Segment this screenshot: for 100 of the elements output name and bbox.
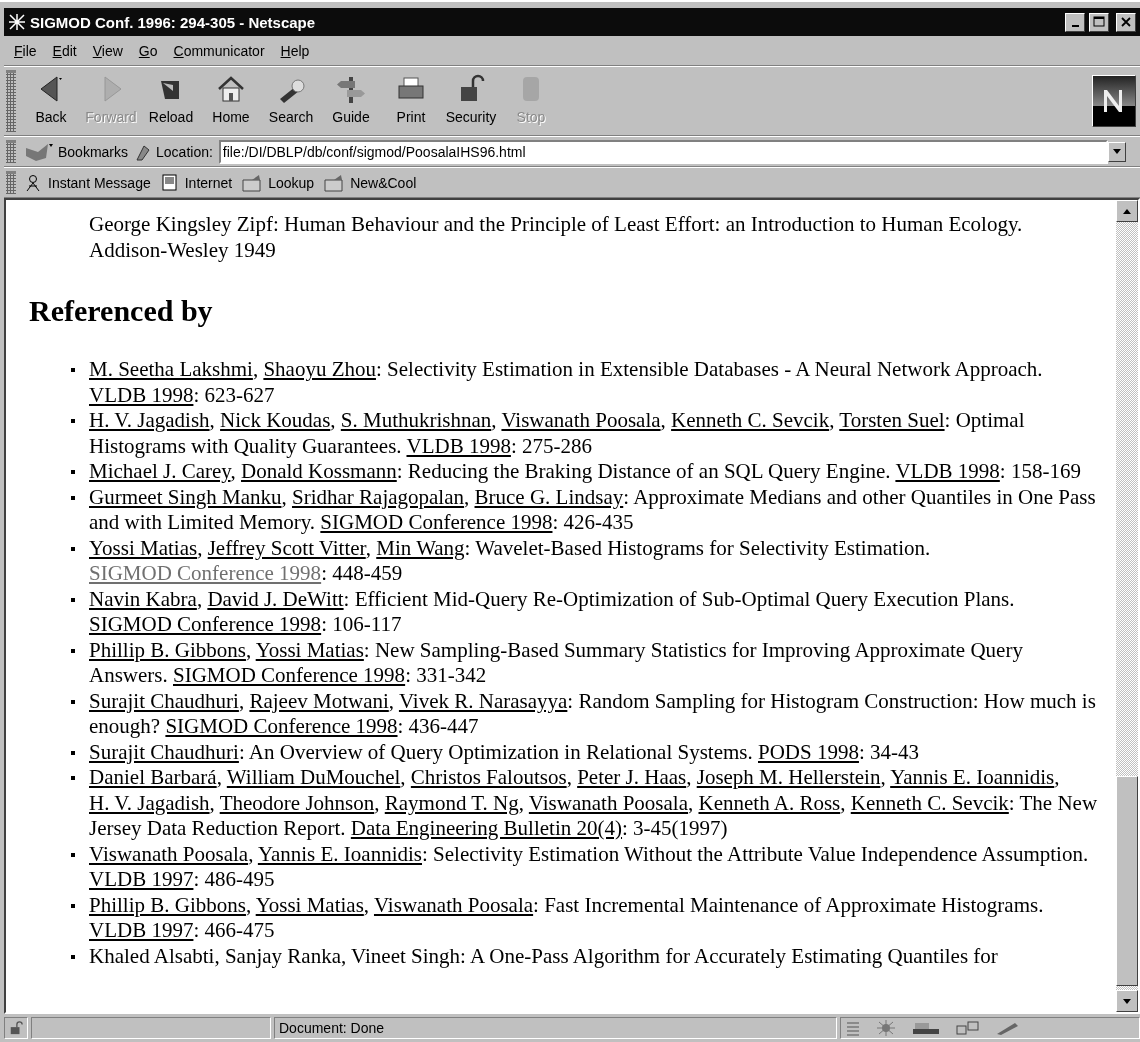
reference-link[interactable]: Vivek R. Narasayya <box>398 688 568 713</box>
reference-entry: Phillip B. Gibbons, Yossi Matias, Viswanath Poosala: Fast Incremental Maintenance of Approximate Histograms. VLDB 1997: 466-475 <box>89 892 1102 944</box>
reference-link[interactable]: Data Engineering Bulletin 20(4) <box>350 816 623 840</box>
reference-link[interactable]: Kenneth C. Sevcik <box>850 790 1009 815</box>
menu-item[interactable]: Communicator <box>167 40 271 61</box>
reference-link[interactable]: Rajeev Motwani <box>249 688 389 713</box>
reference-link[interactable]: Viswanath Poosala <box>373 892 534 917</box>
reference-link[interactable]: Shaoyu Zhou <box>263 357 376 381</box>
location-field[interactable]: file:/DI/DBLP/db/conf/sigmod/PoosalaIHS96.html <box>218 139 1108 164</box>
toolbar-grip[interactable] <box>6 70 16 132</box>
scroll-up-button[interactable] <box>1116 200 1138 222</box>
toolbar-button[interactable]: Back <box>24 71 78 131</box>
reference-link[interactable]: Navin Kabra <box>89 586 197 611</box>
reference-link[interactable]: Yannis E. Ioannidis <box>257 841 422 866</box>
reference-link[interactable]: Surajit Chaudhuri <box>89 739 239 764</box>
reference-link[interactable]: Min Wang <box>376 535 465 560</box>
dropdown-button[interactable] <box>1108 141 1126 162</box>
reference-entry: M. Seetha Lakshmi, Shaoyu Zhou: Selectivity Estimation in Extensible Databases - A Neural Network Approach. VLDB 1998: 623-627 <box>89 357 1102 408</box>
reference-link[interactable]: PODS 1998 <box>758 739 859 764</box>
reference-entry: Navin Kabra, David J. DeWitt: Efficient Mid-Query Re-Optimization of Sub-Optimal Query Execution Plans. SIGMOD Conference 1998: 106-117 <box>89 586 1102 638</box>
reference-link[interactable]: Yossi Matias <box>255 637 364 662</box>
folder-icon <box>324 173 345 192</box>
bookmarks-icon <box>24 141 54 162</box>
reference-link[interactable]: Viswanath Poosala <box>501 408 661 432</box>
reference-link[interactable]: Christos Faloutsos <box>410 765 567 789</box>
menu-item[interactable]: Go <box>132 40 164 61</box>
reference-link[interactable]: VLDB 1997 <box>89 918 194 942</box>
reference-link[interactable]: Yossi Matias <box>255 892 364 917</box>
reference-link[interactable]: Bruce G. Lindsay <box>474 484 624 509</box>
toolbar-button[interactable]: Security <box>444 71 498 131</box>
reference-link[interactable]: VLDB 1998 <box>89 382 194 407</box>
menu-item[interactable]: Edit <box>46 40 83 61</box>
scroll-down-button[interactable] <box>1116 990 1138 1012</box>
window-title: SIGMOD Conf. 1996: 294-305 - Netscape <box>30 13 317 31</box>
reference-entry: Surajit Chaudhuri: An Overview of Query Optimization in Relational Systems. PODS 1998: 34-43 <box>89 739 1102 765</box>
reference-link[interactable]: H. V. Jagadish <box>89 790 210 815</box>
toolbar-button[interactable]: Guide <box>324 71 378 131</box>
reference-link[interactable]: SIGMOD Conference 1998 <box>320 510 553 534</box>
reference-link[interactable]: Sridhar Rajagopalan <box>292 484 464 509</box>
reference-link[interactable]: Jeffrey Scott Vitter <box>207 535 366 560</box>
minimize-icon <box>1071 25 1079 27</box>
scroll-thumb[interactable] <box>1116 776 1138 986</box>
reference-entry: Gurmeet Singh Manku, Sridhar Rajagopalan, Bruce G. Lindsay: Approximate Medians and other Quantiles in One Pass and with Limited Memory. SIGMOD Conference 1998: 426-435 <box>89 484 1102 536</box>
bullet-icon <box>71 419 75 423</box>
reference-link[interactable]: Phillip B. Gibbons <box>89 637 246 662</box>
reference-link[interactable]: VLDB 1998 <box>895 459 1000 483</box>
bullet-icon <box>71 750 75 755</box>
toolbar-button[interactable]: Reload <box>144 71 198 131</box>
reference-link[interactable]: Viswanath Poosala <box>89 841 249 866</box>
reference-entry: Surajit Chaudhuri, Rajeev Motwani, Vivek R. Narasayya: Random Sampling for Histogram Construction: How much is enough? SIGMOD Conference 1998: 436-447 <box>89 688 1102 740</box>
reference-entry: Khaled Alsabti, Sanjay Ranka, Vineet Singh: A One-Pass Algorithm for Accurately Estimating Quantiles for <box>89 943 1102 969</box>
menu-item[interactable]: View <box>86 40 129 61</box>
menu-item[interactable]: File <box>8 40 43 61</box>
reference-link[interactable]: Raymond T. Ng <box>384 790 519 815</box>
network-icon <box>875 1020 897 1036</box>
scrollbar[interactable] <box>1116 200 1138 1012</box>
bullet-icon <box>71 903 75 908</box>
toolbar-button[interactable]: Home <box>204 71 258 131</box>
document-icon <box>160 173 179 192</box>
reference-link[interactable]: SIGMOD Conference 1998 <box>89 561 322 585</box>
reference-link[interactable]: VLDB 1998 <box>406 433 511 458</box>
reference-link[interactable]: Viswanath Poosala <box>528 790 688 815</box>
reference-link[interactable]: Torsten Suel <box>839 408 945 432</box>
reference-link[interactable]: Kenneth C. Sevcik <box>671 408 830 432</box>
reference-link[interactable]: VLDB 1997 <box>89 867 194 891</box>
reference-link[interactable]: M. Seetha Lakshmi <box>89 357 253 381</box>
reference-link[interactable]: SIGMOD Conference 1998 <box>89 612 322 636</box>
maximize-icon <box>1093 16 1105 28</box>
minimize-button[interactable] <box>1065 12 1085 32</box>
bullet-icon <box>71 597 75 602</box>
reference-link[interactable]: H. V. Jagadish <box>89 408 210 432</box>
reference-link[interactable]: Yossi Matias <box>89 535 198 560</box>
reference-link[interactable]: Surajit Chaudhuri <box>89 688 239 713</box>
personal-toolbar-button[interactable]: Lookup <box>242 173 325 192</box>
bookmarks-button[interactable]: Bookmarks <box>58 143 129 160</box>
reference-link[interactable]: Donald Kossmann <box>241 459 397 483</box>
reference-link[interactable]: David J. DeWitt <box>207 586 344 611</box>
reference-link[interactable]: Michael J. Carey <box>89 459 231 483</box>
location-label: Location: <box>156 143 213 160</box>
bullet-icon <box>71 470 75 474</box>
reference-link[interactable]: Phillip B. Gibbons <box>89 892 246 917</box>
up-arrow-icon <box>1123 208 1131 214</box>
caret-icon <box>1113 149 1121 154</box>
toolbar-button[interactable]: Print <box>384 71 438 131</box>
section-heading: Referenced by <box>29 293 214 329</box>
toolbar-button[interactable]: Search <box>264 71 318 131</box>
menu-item[interactable]: Help <box>274 40 316 61</box>
reference-link[interactable]: Daniel Barbará <box>89 765 217 789</box>
personal-toolbar-button[interactable]: Internet <box>160 173 243 192</box>
close-button[interactable] <box>1116 12 1136 32</box>
reference-entry: Yossi Matias, Jeffrey Scott Vitter, Min Wang: Wavelet-Based Histograms for Selectivity Estimation. SIGMOD Conference 1998: 448-459 <box>89 535 1102 587</box>
toolbar-grip[interactable] <box>6 171 16 194</box>
maximize-button[interactable] <box>1089 12 1109 32</box>
personal-toolbar-button[interactable]: Instant Message <box>24 173 161 192</box>
personal-toolbar-button[interactable]: New&Cool <box>324 173 427 192</box>
reference-link[interactable]: SIGMOD Conference 1998 <box>173 663 406 687</box>
toolbar-grip[interactable] <box>6 140 16 163</box>
reference-entry: Phillip B. Gibbons, Yossi Matias: New Sampling-Based Summary Statistics for Improving Approximate Query Answers. SIGMOD Conference 1998: 331-342 <box>89 637 1102 689</box>
person-icon <box>24 173 42 192</box>
reference-link[interactable]: SIGMOD Conference 1998 <box>165 714 398 738</box>
